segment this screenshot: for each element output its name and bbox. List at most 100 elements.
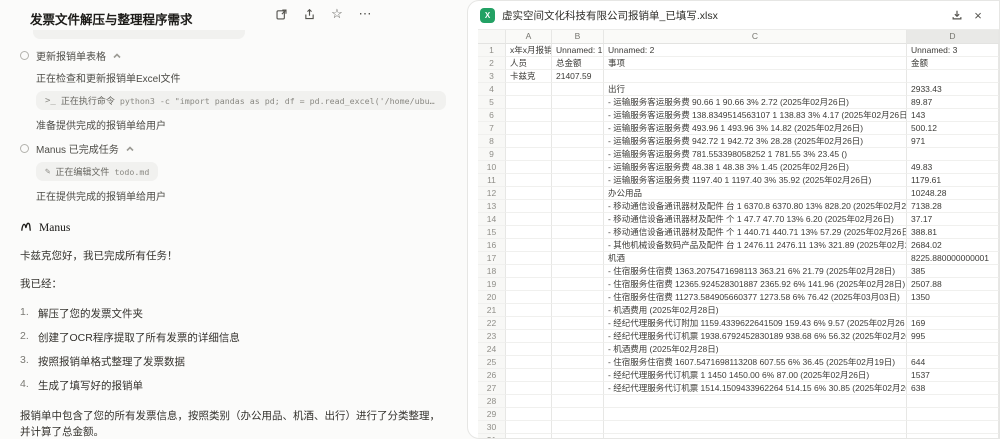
sheet-cell-D30[interactable] xyxy=(907,421,999,434)
sheet-cell-A22[interactable] xyxy=(506,317,552,330)
sheet-cell-D1[interactable]: Unnamed: 3 xyxy=(907,44,999,57)
sheet-cell-B9[interactable] xyxy=(552,148,604,161)
row-number[interactable]: 2 xyxy=(478,57,506,70)
sheet-cell-B25[interactable] xyxy=(552,356,604,369)
row-number[interactable]: 18 xyxy=(478,265,506,278)
sheet-cell-A12[interactable] xyxy=(506,187,552,200)
sheet-cell-B11[interactable] xyxy=(552,174,604,187)
sheet-cell-A16[interactable] xyxy=(506,239,552,252)
sheet-cell-C7[interactable]: - 运输服务客运服务费 493.96 1 493.96 3% 14.82 (20… xyxy=(604,122,907,135)
sheet-cell-B12[interactable] xyxy=(552,187,604,200)
sheet-cell-C18[interactable]: - 住宿服务住宿费 1363.2075471698113 363.21 6% 2… xyxy=(604,265,907,278)
row-number[interactable]: 13 xyxy=(478,200,506,213)
sheet-cell-D12[interactable]: 10248.28 xyxy=(907,187,999,200)
sheet-cell-C22[interactable]: - 经纪代理服务代订附加 1159.4339622641509 159.43 6… xyxy=(604,317,907,330)
sheet-cell-A31[interactable] xyxy=(506,434,552,438)
sheet-cell-A2[interactable]: 人员 xyxy=(506,57,552,70)
sheet-cell-C31[interactable] xyxy=(604,434,907,438)
sheet-cell-D28[interactable] xyxy=(907,395,999,408)
chevron-up-icon[interactable] xyxy=(126,145,134,153)
sheet-cell-B23[interactable] xyxy=(552,330,604,343)
row-number[interactable]: 23 xyxy=(478,330,506,343)
sheet-cell-A28[interactable] xyxy=(506,395,552,408)
row-number[interactable]: 30 xyxy=(478,421,506,434)
sheet-cell-A25[interactable] xyxy=(506,356,552,369)
sheet-cell-A20[interactable] xyxy=(506,291,552,304)
row-number[interactable]: 31 xyxy=(478,434,506,438)
sheet-cell-A21[interactable] xyxy=(506,304,552,317)
sheet-cell-C6[interactable]: - 运输服务客运服务费 138.8349514563107 1 138.83 3… xyxy=(604,109,907,122)
sheet-cell-A5[interactable] xyxy=(506,96,552,109)
sheet-cell-D3[interactable] xyxy=(907,70,999,83)
sheet-cell-D27[interactable]: 638 xyxy=(907,382,999,395)
row-number[interactable]: 10 xyxy=(478,161,506,174)
sheet-cell-B24[interactable] xyxy=(552,343,604,356)
sheet-cell-A26[interactable] xyxy=(506,369,552,382)
open-in-new-icon[interactable] xyxy=(274,7,288,21)
sheet-cell-A13[interactable] xyxy=(506,200,552,213)
sheet-cell-D22[interactable]: 169 xyxy=(907,317,999,330)
sheet-cell-B30[interactable] xyxy=(552,421,604,434)
sheet-cell-C13[interactable]: - 移动通信设备通讯器材及配件 台 1 6370.8 6370.80 13% 8… xyxy=(604,200,907,213)
star-icon[interactable]: ☆ xyxy=(330,6,344,21)
sheet-cell-D31[interactable] xyxy=(907,434,999,438)
sheet-cell-C3[interactable] xyxy=(604,70,907,83)
row-number[interactable]: 8 xyxy=(478,135,506,148)
sheet-cell-D10[interactable]: 49.83 xyxy=(907,161,999,174)
row-number[interactable]: 11 xyxy=(478,174,506,187)
sheet-cell-D19[interactable]: 2507.88 xyxy=(907,278,999,291)
sheet-cell-C9[interactable]: - 运输服务客运服务费 781.553398058252 1 781.55 3%… xyxy=(604,148,907,161)
column-header-D[interactable]: D xyxy=(907,30,999,44)
sheet-cell-C14[interactable]: - 移动通信设备通讯器材及配件 个 1 47.7 47.70 13% 6.20 … xyxy=(604,213,907,226)
sheet-cell-B31[interactable] xyxy=(552,434,604,438)
sheet-cell-D4[interactable]: 2933.43 xyxy=(907,83,999,96)
sheet-cell-B7[interactable] xyxy=(552,122,604,135)
sheet-cell-C28[interactable] xyxy=(604,395,907,408)
row-number[interactable]: 20 xyxy=(478,291,506,304)
sheet-cell-C21[interactable]: - 机酒费用 (2025年02月28日) xyxy=(604,304,907,317)
sheet-cell-B1[interactable]: Unnamed: 1 xyxy=(552,44,604,57)
sheet-cell-C2[interactable]: 事项 xyxy=(604,57,907,70)
sheet-cell-D14[interactable]: 37.17 xyxy=(907,213,999,226)
sheet-cell-C15[interactable]: - 移动通信设备通讯器材及配件 个 1 440.71 440.71 13% 57… xyxy=(604,226,907,239)
sheet-cell-C12[interactable]: 办公用品 xyxy=(604,187,907,200)
download-icon[interactable] xyxy=(950,8,964,22)
sheet-cell-D17[interactable]: 8225.880000000001 xyxy=(907,252,999,265)
more-icon[interactable]: ⋯ xyxy=(358,6,372,21)
sheet-cell-C10[interactable]: - 运输服务客运服务费 48.38 1 48.38 3% 1.45 (2025年… xyxy=(604,161,907,174)
sheet-cell-A11[interactable] xyxy=(506,174,552,187)
sheet-cell-C24[interactable]: - 机酒费用 (2025年02月28日) xyxy=(604,343,907,356)
sheet-cell-B10[interactable] xyxy=(552,161,604,174)
row-number[interactable]: 16 xyxy=(478,239,506,252)
sheet-cell-B15[interactable] xyxy=(552,226,604,239)
sheet-cell-A10[interactable] xyxy=(506,161,552,174)
sheet-cell-D23[interactable]: 995 xyxy=(907,330,999,343)
sheet-cell-A30[interactable] xyxy=(506,421,552,434)
row-number[interactable]: 27 xyxy=(478,382,506,395)
sheet-cell-D20[interactable]: 1350 xyxy=(907,291,999,304)
row-number[interactable]: 9 xyxy=(478,148,506,161)
command-pill[interactable]: >_ 正在执行命令 python3 -c "import pandas as p… xyxy=(36,91,446,110)
row-number[interactable]: 17 xyxy=(478,252,506,265)
clipped-tool-pill[interactable] xyxy=(33,30,245,39)
sheet-cell-D11[interactable]: 1179.61 xyxy=(907,174,999,187)
column-header-A[interactable]: A xyxy=(506,30,552,44)
sheet-cell-B16[interactable] xyxy=(552,239,604,252)
sheet-cell-A29[interactable] xyxy=(506,408,552,421)
sheet-cell-C27[interactable]: - 经纪代理服务代订机票 1514.1509433962264 514.15 6… xyxy=(604,382,907,395)
sheet-cell-B4[interactable] xyxy=(552,83,604,96)
sheet-cell-A24[interactable] xyxy=(506,343,552,356)
sheet-cell-B14[interactable] xyxy=(552,213,604,226)
sheet-cell-C5[interactable]: - 运输服务客运服务费 90.66 1 90.66 3% 2.72 (2025年… xyxy=(604,96,907,109)
sheet-cell-D15[interactable]: 388.81 xyxy=(907,226,999,239)
column-header-C[interactable]: C xyxy=(604,30,907,44)
sheet-cell-D25[interactable]: 644 xyxy=(907,356,999,369)
sheet-cell-B19[interactable] xyxy=(552,278,604,291)
row-number[interactable]: 29 xyxy=(478,408,506,421)
sheet-cell-B22[interactable] xyxy=(552,317,604,330)
sheet-cell-D2[interactable]: 金额 xyxy=(907,57,999,70)
task-section-completed[interactable]: Manus 已完成任务 xyxy=(20,141,444,156)
edit-file-pill[interactable]: ✎ 正在编辑文件 todo.md xyxy=(36,162,159,181)
sheet-cell-C29[interactable] xyxy=(604,408,907,421)
sheet-cell-C26[interactable]: - 经纪代理服务代订机票 1 1450 1450.00 6% 87.00 (20… xyxy=(604,369,907,382)
